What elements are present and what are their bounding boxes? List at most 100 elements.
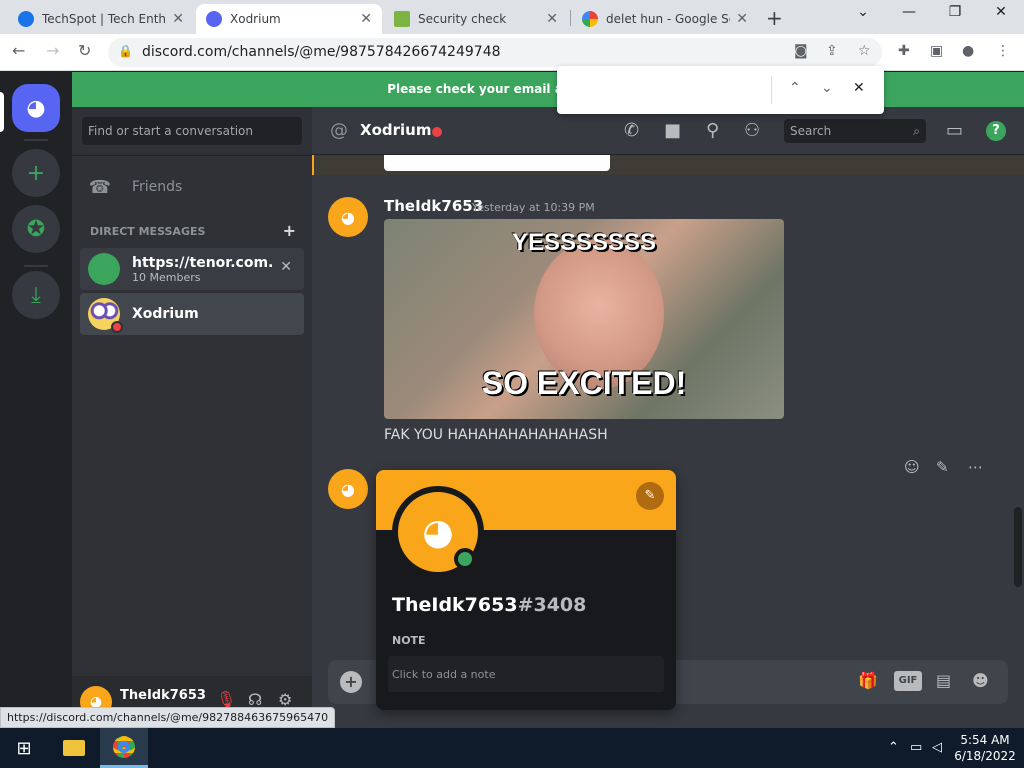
find-next-icon[interactable]: ⌄ <box>821 80 833 96</box>
dm-header: DIRECT MESSAGES + <box>90 221 296 240</box>
download-icon: ⤓ <box>31 282 41 308</box>
message-avatar[interactable]: ◕ <box>328 469 368 509</box>
tab-security-check[interactable]: Security check ✕ <box>384 4 568 34</box>
chrome-taskbar-button[interactable] <box>100 728 148 768</box>
restore-button[interactable]: ❐ <box>932 4 978 20</box>
find-previous-icon[interactable]: ⌃ <box>789 80 801 96</box>
dm-item-group[interactable]: https://tenor.com... 10 Members ✕ <box>80 248 304 290</box>
inbox-icon[interactable]: ▭ <box>946 120 963 141</box>
windows-taskbar: ⊞ ⌃ ▭ ◁ 5:54 AM 6/18/2022 <box>0 728 1024 768</box>
close-icon[interactable]: ✕ <box>736 11 748 27</box>
google-icon <box>582 11 598 27</box>
gif-button[interactable]: GIF <box>894 671 922 691</box>
back-icon[interactable]: ← <box>12 41 25 60</box>
friends-link[interactable]: ☎ Friends <box>80 167 304 207</box>
tab-xodrium[interactable]: Xodrium ✕ <box>196 4 382 34</box>
extensions-icon[interactable]: ✚ <box>898 43 910 59</box>
tab-divider <box>570 10 571 26</box>
profile-discriminator: #3408 <box>517 594 587 616</box>
chat-header: @ Xodrium ✆ ■ ⚲ ⚇ Search ⌕ ▭ ? <box>312 107 1024 155</box>
plus-icon: + <box>26 160 46 186</box>
avatar <box>88 298 123 333</box>
reload-icon[interactable]: ↻ <box>78 41 91 60</box>
minimize-button[interactable]: — <box>886 4 932 20</box>
user-name: TheIdk7653 <box>120 688 206 703</box>
search-placeholder: Search <box>790 124 832 138</box>
note-label: NOTE <box>392 634 426 647</box>
edit-profile-icon[interactable]: ✎ <box>636 482 664 510</box>
channel-name: Xodrium <box>360 121 432 139</box>
side-panel-icon[interactable]: ▣ <box>930 43 943 59</box>
online-status-icon <box>454 548 476 570</box>
find-close-icon[interactable]: ✕ <box>853 80 865 96</box>
new-tab-button[interactable]: + <box>766 6 783 30</box>
message-avatar[interactable]: ◕ <box>328 197 368 237</box>
status-bar-url: https://discord.com/channels/@me/9827884… <box>0 707 336 728</box>
emoji-icon[interactable]: ☻ <box>972 671 989 690</box>
address-bar[interactable]: 🔒 discord.com/channels/@me/9875784266742… <box>108 38 882 67</box>
file-explorer-button[interactable] <box>50 728 98 768</box>
find-input[interactable] <box>567 76 767 104</box>
explore-servers-button[interactable]: ✪ <box>12 205 60 253</box>
lock-icon[interactable]: 🔒 <box>118 44 133 58</box>
add-reaction-icon[interactable]: ☺ <box>904 458 920 476</box>
start-button[interactable]: ⊞ <box>0 728 48 768</box>
network-icon[interactable]: ▭ <box>910 740 922 755</box>
message-author[interactable]: TheIdk7653 <box>384 197 483 215</box>
volume-muted-icon[interactable]: ◁ <box>932 740 942 755</box>
more-icon[interactable]: ⋯ <box>968 458 983 476</box>
chrome-icon <box>113 735 135 758</box>
gift-icon[interactable]: 🎁 <box>858 671 878 690</box>
close-icon[interactable]: ✕ <box>172 11 184 27</box>
url-text[interactable]: discord.com/channels/@me/987578426674249… <box>142 44 501 60</box>
help-icon[interactable]: ? <box>986 121 1006 141</box>
dm-item-xodrium[interactable]: Xodrium <box>80 293 304 335</box>
menu-icon[interactable]: ⋮ <box>996 43 1010 59</box>
bookmark-star-icon[interactable]: ☆ <box>858 43 871 59</box>
discord-icon: ◕ <box>422 511 454 553</box>
gif-embed[interactable]: YESSSSSSS SO EXCITED! <box>384 219 784 419</box>
pin-icon[interactable]: ⚲ <box>706 120 719 141</box>
server-divider <box>24 139 48 141</box>
close-icon[interactable]: ✕ <box>360 11 372 27</box>
tab-techspot[interactable]: TechSpot | Tech Enthusiasts, Power Users… <box>8 4 194 34</box>
note-input[interactable] <box>388 656 664 692</box>
tab-label: Xodrium <box>230 12 281 26</box>
tab-label: delet hun - Google Search <box>606 12 730 26</box>
share-icon[interactable]: ⇪ <box>826 43 838 59</box>
close-icon[interactable]: ✕ <box>546 11 558 27</box>
attach-plus-icon[interactable]: + <box>340 671 362 693</box>
tab-google-search[interactable]: delet hun - Google Search ✕ <box>572 4 758 34</box>
close-window-button[interactable]: ✕ <box>978 4 1024 20</box>
forward-icon[interactable]: → <box>46 41 59 60</box>
sticker-icon[interactable]: ▤ <box>936 671 951 690</box>
tab-search-icon[interactable]: ⌄ <box>840 4 886 20</box>
dm-search-input[interactable]: Find or start a conversation <box>82 117 302 145</box>
discord-icon: ◕ <box>341 479 355 499</box>
download-apps-button[interactable]: ⤓ <box>12 271 60 319</box>
windows-icon: ⊞ <box>16 737 32 759</box>
profile-icon[interactable]: ● <box>962 43 974 59</box>
chat-search-input[interactable]: Search ⌕ <box>784 119 926 143</box>
close-dm-icon[interactable]: ✕ <box>280 259 292 275</box>
add-server-button[interactable]: + <box>12 149 60 197</box>
voice-call-icon[interactable]: ✆ <box>624 120 639 141</box>
discord-icon: ◕ <box>26 95 46 121</box>
edit-icon[interactable]: ✎ <box>936 458 949 476</box>
home-button[interactable]: ◕ <box>12 84 60 132</box>
friends-icon: ☎ <box>88 176 112 198</box>
add-friend-icon[interactable]: ⚇ <box>744 120 760 141</box>
system-clock[interactable]: 5:54 AM 6/18/2022 <box>950 732 1020 764</box>
techspot-icon <box>18 11 34 27</box>
show-hidden-icons-icon[interactable]: ⌃ <box>888 740 899 755</box>
chat-scrollbar[interactable] <box>1014 507 1022 587</box>
lens-icon[interactable]: ◙ <box>794 43 808 59</box>
server-sidebar: ◕ + ✪ ⤓ <box>0 72 72 728</box>
discord-icon <box>206 11 222 27</box>
profile-username: TheIdk7653#3408 <box>392 594 586 616</box>
video-call-icon[interactable]: ■ <box>664 120 681 141</box>
tab-label: Security check <box>418 12 507 26</box>
create-dm-icon[interactable]: + <box>283 221 296 240</box>
clock-time: 5:54 AM <box>960 733 1010 747</box>
previous-attachment <box>384 155 610 171</box>
